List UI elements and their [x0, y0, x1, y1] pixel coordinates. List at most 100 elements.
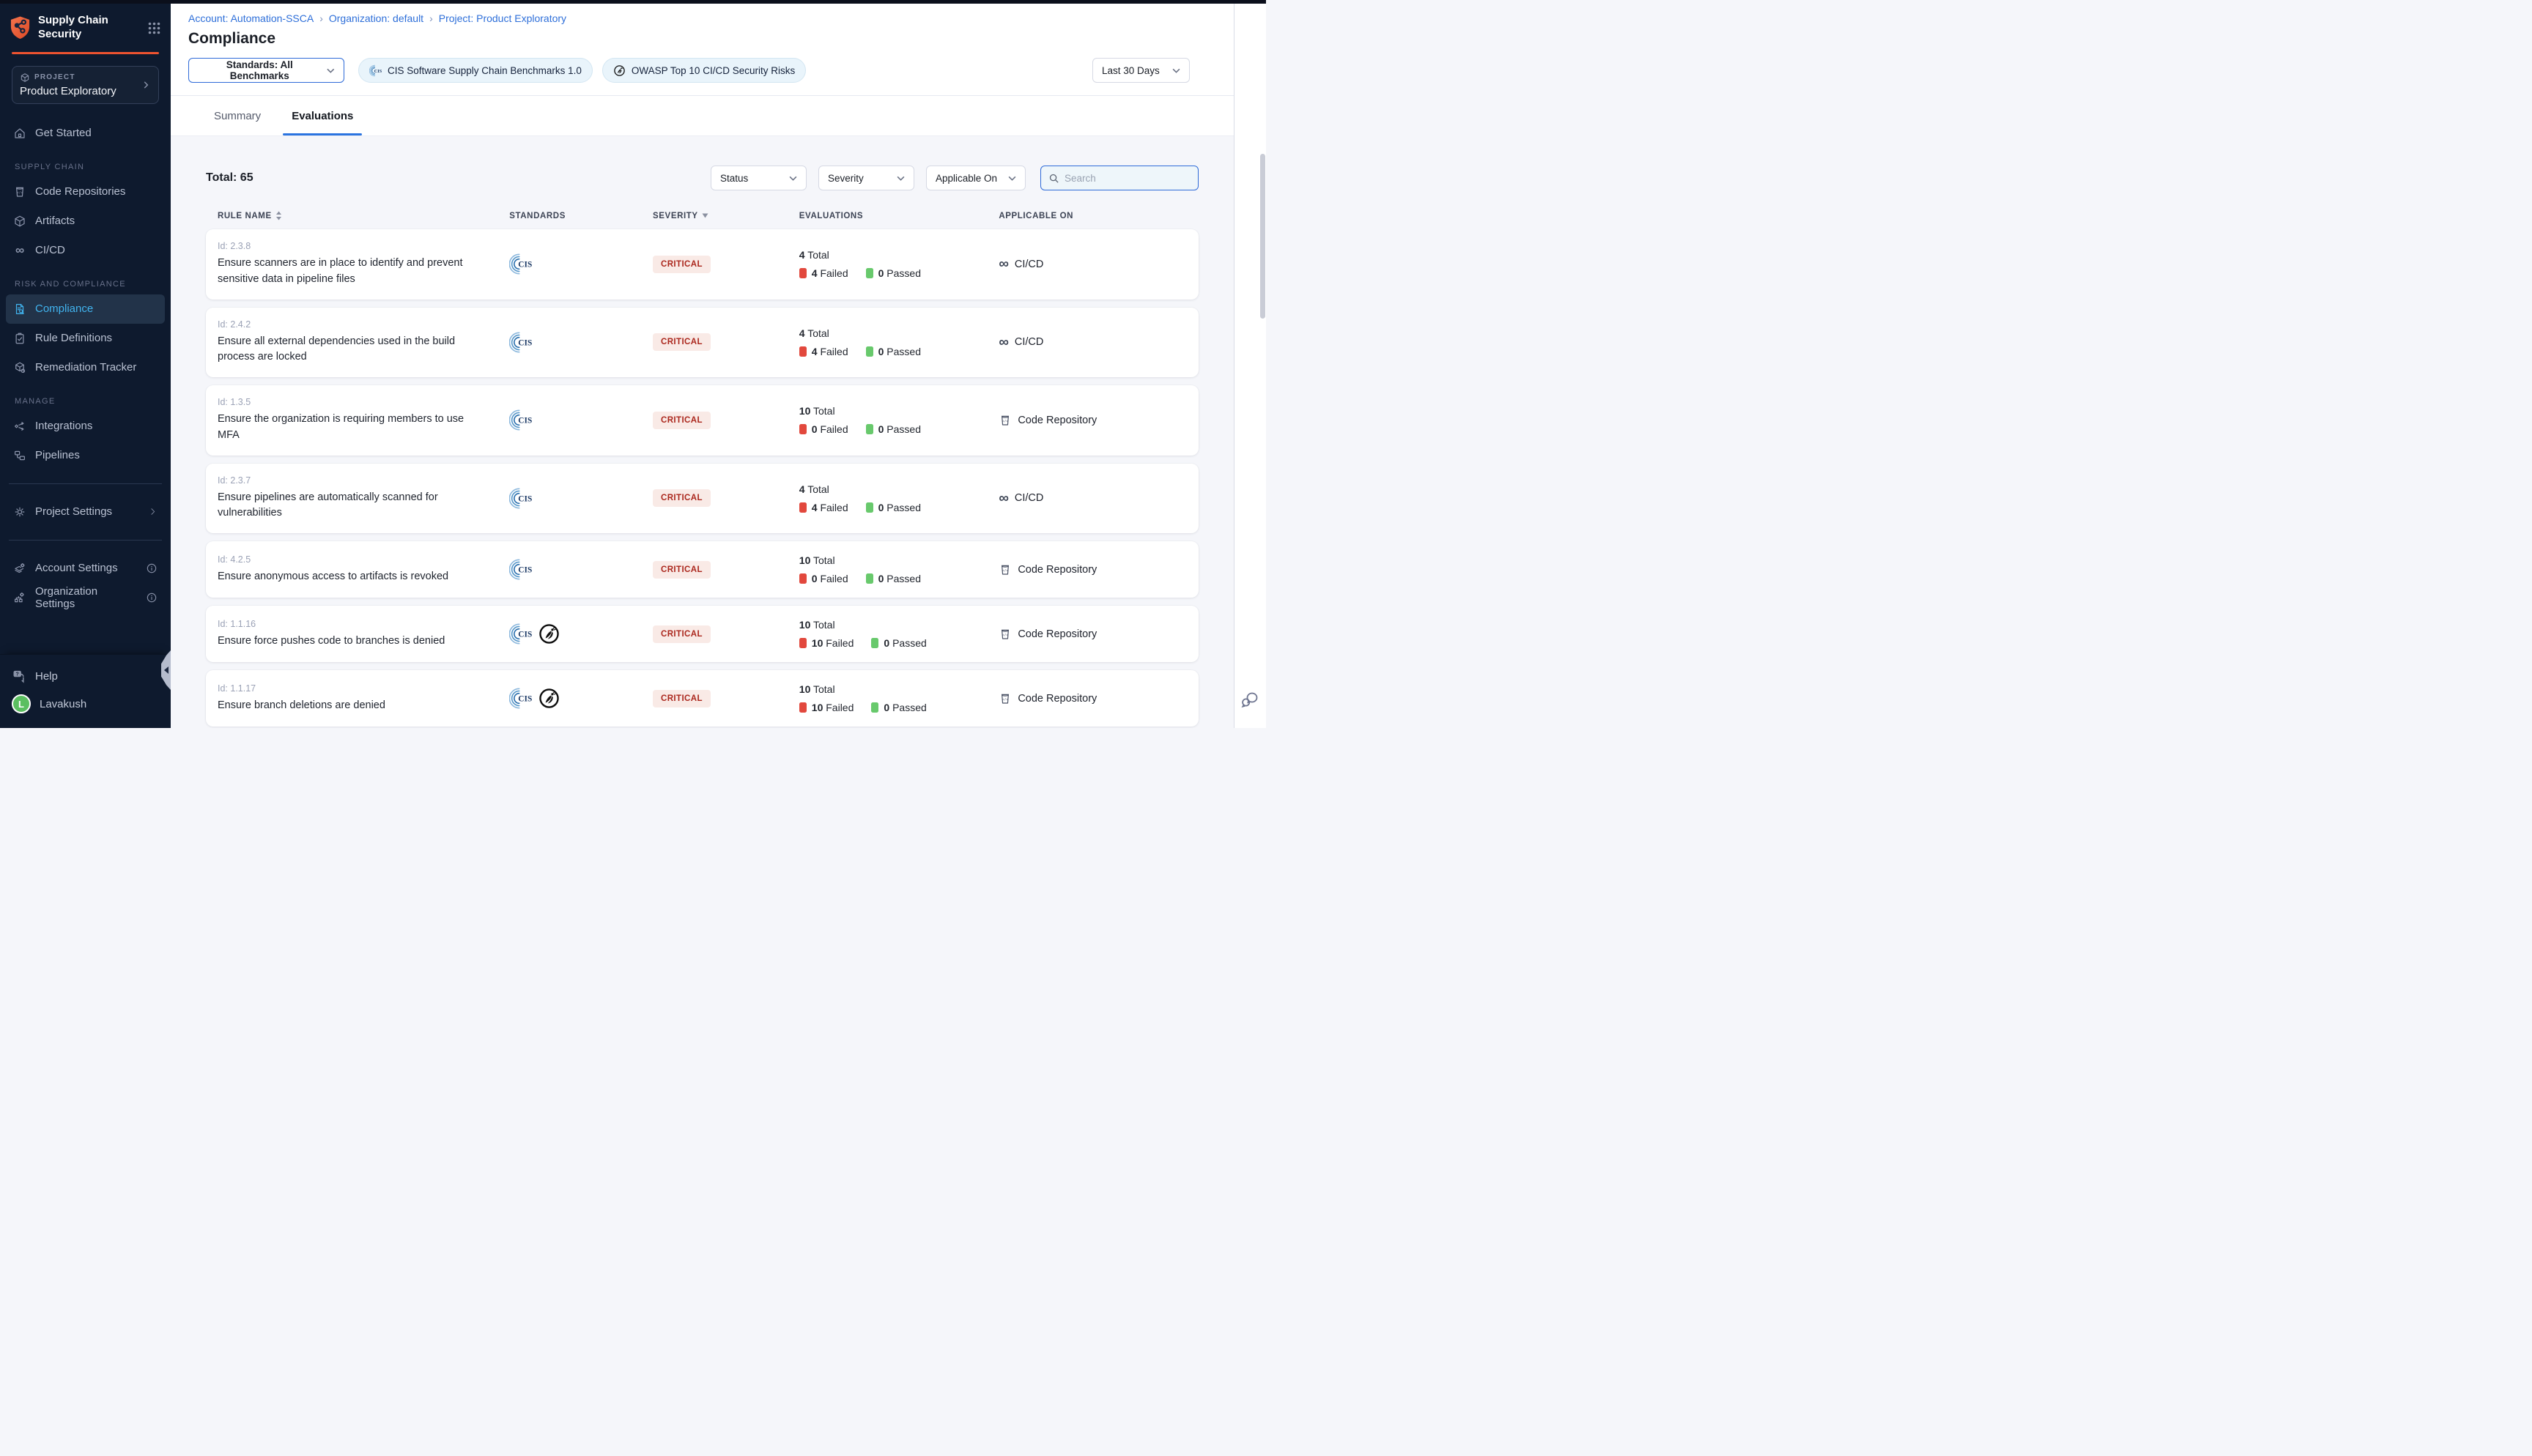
owasp-logo-icon	[538, 623, 560, 645]
applicable-on-label: Code Repository	[1018, 693, 1097, 705]
sidebar-item-label: Remediation Tracker	[35, 361, 136, 374]
app-switcher-icon[interactable]	[148, 22, 160, 34]
severity-cell: CRITICAL	[653, 489, 799, 507]
project-selector[interactable]: PROJECT Product Exploratory	[12, 66, 159, 104]
rule-cell: Id: 2.4.2 Ensure all external dependenci…	[218, 319, 509, 366]
sidebar-item-label: Pipelines	[35, 449, 80, 461]
eval-failed: 10 Failed	[812, 637, 854, 649]
info-icon[interactable]	[146, 562, 158, 574]
breadcrumb-link[interactable]: Account: Automation-SSCA	[188, 12, 314, 24]
breadcrumb-link[interactable]: Project: Product Exploratory	[439, 12, 566, 24]
sidebar-item-account-settings[interactable]: Account Settings	[6, 554, 165, 583]
sidebar-item-label: Code Repositories	[35, 185, 125, 198]
user-menu[interactable]: L Lavakush	[12, 690, 159, 718]
table-row[interactable]: Id: 2.3.8 Ensure scanners are in place t…	[206, 229, 1199, 300]
eval-total-label: Total	[813, 619, 835, 631]
sidebar-item-integrations[interactable]: Integrations	[6, 412, 165, 441]
eval-passed: 0 Passed	[884, 637, 926, 649]
time-range-value: Last 30 Days	[1102, 65, 1160, 76]
failed-indicator-icon	[799, 502, 807, 513]
severity-cell: CRITICAL	[653, 412, 799, 429]
sidebar-item-label: Integrations	[35, 420, 92, 432]
table-row[interactable]: Id: 2.3.7 Ensure pipelines are automatic…	[206, 464, 1199, 534]
tab-summary[interactable]: Summary	[212, 96, 262, 135]
support-chat-icon[interactable]	[1240, 689, 1259, 709]
table-row[interactable]: Id: 2.4.2 Ensure all external dependenci…	[206, 308, 1199, 378]
chip-label: CIS Software Supply Chain Benchmarks 1.0	[388, 65, 582, 76]
severity-badge: CRITICAL	[653, 412, 711, 429]
search-box[interactable]	[1040, 166, 1199, 190]
chevron-right-icon	[141, 80, 151, 90]
package-icon	[20, 73, 30, 83]
filter-label: Severity	[828, 173, 864, 184]
search-input[interactable]	[1065, 173, 1191, 184]
table-row[interactable]: Id: 1.3.5 Ensure the organization is req…	[206, 385, 1199, 456]
applicable-on-filter-select[interactable]: Applicable On	[926, 166, 1026, 190]
scrollbar-thumb[interactable]	[1260, 154, 1265, 319]
failed-indicator-icon	[799, 268, 807, 278]
rule-cell: Id: 1.3.5 Ensure the organization is req…	[218, 397, 509, 444]
standard-chip-cis[interactable]: CISCIS Software Supply Chain Benchmarks …	[358, 58, 593, 83]
filter-label: Status	[720, 173, 748, 184]
help-chat-icon: ?	[12, 669, 26, 683]
cis-logo-icon: CIS	[509, 331, 532, 354]
tab-evaluations[interactable]: Evaluations	[290, 96, 355, 135]
severity-badge: CRITICAL	[653, 625, 711, 643]
column-header-severity[interactable]: SEVERITY	[653, 212, 799, 220]
status-filter-select[interactable]: Status	[711, 166, 807, 190]
cicd-infinity-icon: ∞	[999, 491, 1009, 505]
standard-chip-owasp[interactable]: OWASP Top 10 CI/CD Security Risks	[602, 58, 806, 83]
sidebar-item-project-settings[interactable]: Project Settings	[6, 497, 165, 527]
time-range-select[interactable]: Last 30 Days	[1092, 58, 1190, 83]
sidebar-item-ci-cd[interactable]: ∞CI/CD	[6, 236, 165, 265]
breadcrumb-separator-icon: ›	[429, 12, 433, 24]
cicd-infinity-icon: ∞	[999, 335, 1009, 349]
standards-filter-value: Standards: All Benchmarks	[198, 59, 321, 81]
total-count: Total: 65	[206, 171, 253, 185]
sidebar-item-pipelines[interactable]: Pipelines	[6, 441, 165, 470]
eval-failed: 0 Failed	[812, 423, 848, 435]
sidebar-item-help[interactable]: ? Help	[12, 662, 159, 690]
standards-filter-select[interactable]: Standards: All Benchmarks	[188, 58, 344, 83]
eval-total-label: Total	[807, 327, 829, 339]
cicd-infinity-icon: ∞	[999, 257, 1009, 271]
passed-indicator-icon	[866, 502, 873, 513]
sidebar-item-remediation-tracker[interactable]: Remediation Tracker	[6, 353, 165, 382]
sidebar-item-get-started[interactable]: Get Started	[6, 119, 165, 148]
sidebar-item-label: Project Settings	[35, 505, 112, 518]
main-content: Account: Automation-SSCA › Organization: d…	[171, 4, 1234, 728]
info-icon[interactable]	[146, 592, 158, 603]
sort-desc-icon	[702, 213, 708, 218]
rule-cell: Id: 2.3.7 Ensure pipelines are automatic…	[218, 475, 509, 522]
sidebar-item-organization-settings[interactable]: Organization Settings	[6, 583, 165, 612]
pipelines-icon	[13, 449, 26, 462]
rule-name: Ensure all external dependencies used in…	[218, 334, 474, 366]
layers-gear-icon	[13, 562, 26, 575]
standards-cell: CIS	[509, 331, 653, 354]
table-row[interactable]: Id: 1.1.17 Ensure branch deletions are d…	[206, 670, 1199, 727]
eval-failed: 4 Failed	[812, 346, 848, 357]
column-header-rule-name[interactable]: RULE NAME	[218, 211, 509, 220]
owasp-logo-icon	[538, 687, 560, 710]
table-row[interactable]: Id: 4.2.5 Ensure anonymous access to art…	[206, 541, 1199, 598]
severity-badge: CRITICAL	[653, 489, 711, 507]
sidebar-item-compliance[interactable]: Compliance	[6, 294, 165, 324]
eval-passed: 0 Passed	[878, 267, 921, 279]
eval-total-count: 10	[799, 554, 811, 566]
standards-filter-bar: Standards: All Benchmarks CISCIS Softwar…	[188, 58, 1234, 95]
sidebar-divider	[9, 483, 162, 484]
applicable-on-label: CI/CD	[1015, 259, 1043, 270]
rule-name: Ensure the organization is requiring mem…	[218, 412, 474, 444]
sidebar-item-code-repositories[interactable]: </>Code Repositories	[6, 177, 165, 207]
evaluations-cell: 4 Total 4 Failed 0 Passed	[799, 327, 999, 357]
sort-icon	[275, 211, 282, 220]
severity-filter-select[interactable]: Severity	[818, 166, 914, 190]
sidebar-item-artifacts[interactable]: Artifacts	[6, 207, 165, 236]
column-header-standards: STANDARDS	[509, 212, 653, 220]
sidebar-item-rule-definitions[interactable]: Rule Definitions	[6, 324, 165, 353]
breadcrumb-link[interactable]: Organization: default	[329, 12, 423, 24]
evaluations-cell: 4 Total 4 Failed 0 Passed	[799, 483, 999, 513]
table-row[interactable]: Id: 1.1.16 Ensure force pushes code to b…	[206, 606, 1199, 662]
collapse-arrow-icon	[164, 666, 169, 674]
eval-failed: 4 Failed	[812, 502, 848, 513]
